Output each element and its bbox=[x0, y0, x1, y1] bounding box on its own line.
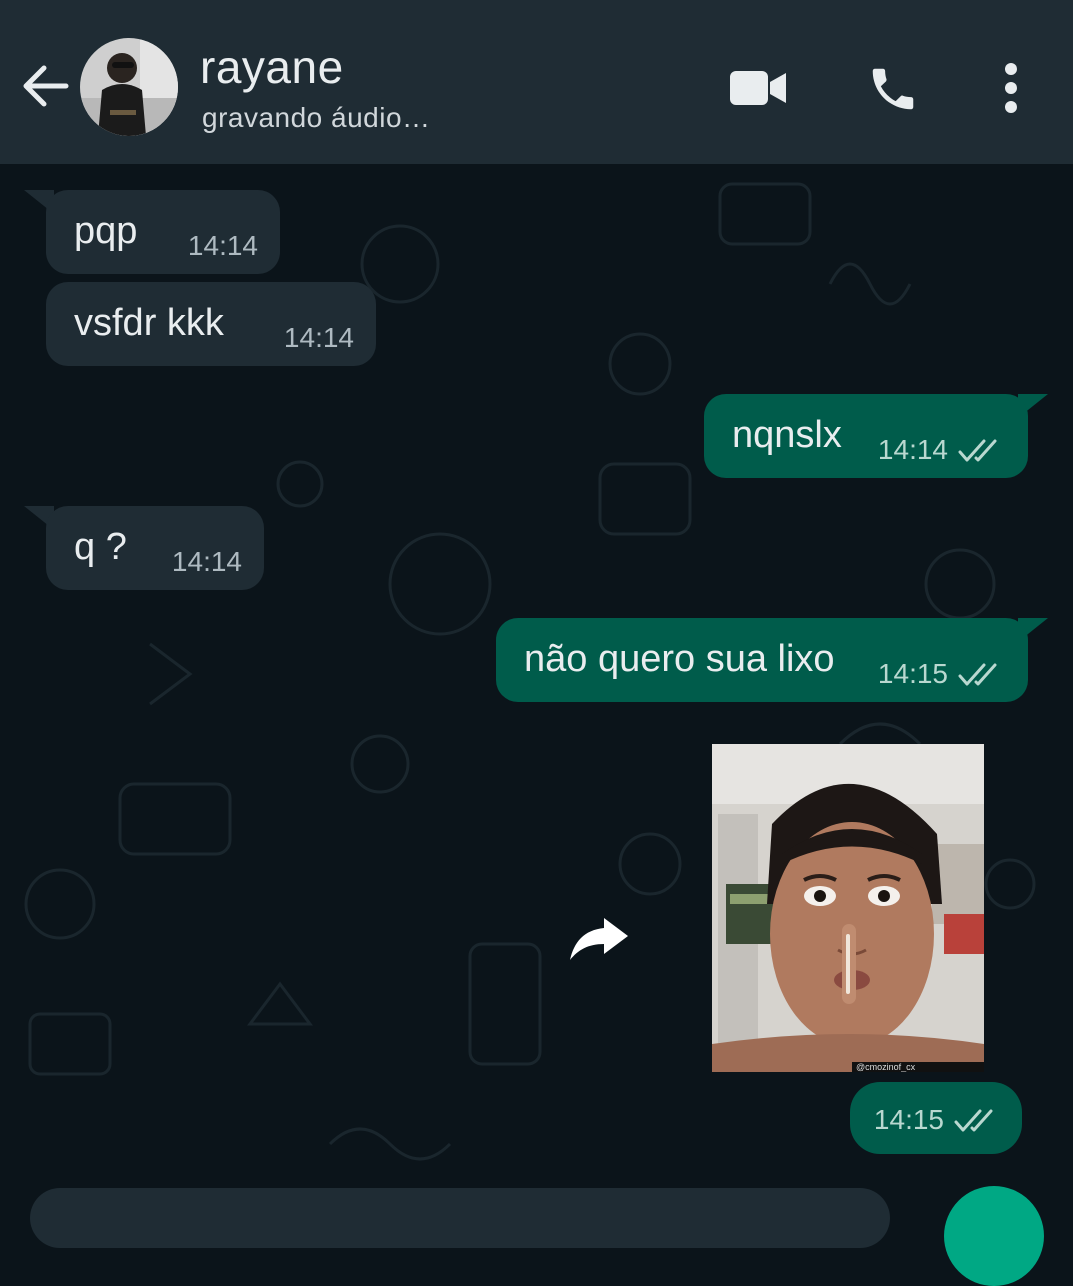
read-ticks-icon bbox=[958, 439, 997, 462]
back-arrow-icon[interactable] bbox=[20, 60, 72, 112]
video-call-icon[interactable] bbox=[728, 68, 788, 108]
image-watermark: @cmozinof_cx bbox=[852, 1062, 984, 1072]
read-ticks-icon bbox=[954, 1109, 993, 1132]
message-time: 14:15 bbox=[873, 1104, 944, 1135]
mic-button[interactable] bbox=[944, 1186, 1044, 1286]
image-message[interactable]: @cmozinof_cx bbox=[712, 744, 984, 1072]
message-text: não quero sua lixo bbox=[524, 638, 835, 680]
message-bubble-outgoing[interactable]: não quero sua lixo 14:15 bbox=[496, 618, 1028, 702]
message-bubble-incoming[interactable]: vsfdr kkk 14:14 bbox=[46, 282, 376, 366]
contact-status: gravando áudio… bbox=[202, 102, 431, 133]
message-text: pqp bbox=[74, 210, 138, 252]
message-text: nqnslx bbox=[732, 414, 842, 456]
message-time: 14:14 bbox=[187, 230, 258, 261]
read-ticks-icon bbox=[958, 663, 997, 686]
avatar[interactable] bbox=[80, 38, 178, 136]
message-bubble-outgoing[interactable]: 14:15 bbox=[850, 1082, 1022, 1154]
message-input-bar[interactable] bbox=[30, 1188, 890, 1248]
phone-call-icon[interactable] bbox=[866, 62, 920, 116]
message-text: vsfdr kkk bbox=[74, 302, 224, 344]
message-time: 14:14 bbox=[877, 434, 948, 465]
message-bubble-outgoing[interactable]: nqnslx 14:14 bbox=[704, 394, 1028, 478]
chat-header: rayane gravando áudio… bbox=[0, 0, 1073, 164]
avatar-image bbox=[80, 38, 178, 136]
message-bubble-incoming[interactable]: q ? 14:14 bbox=[46, 506, 264, 590]
contact-name[interactable]: rayane bbox=[200, 40, 344, 94]
message-text: q ? bbox=[74, 526, 127, 568]
forward-icon[interactable] bbox=[568, 914, 630, 962]
message-time: 14:15 bbox=[877, 658, 948, 689]
message-time: 14:14 bbox=[283, 322, 354, 353]
more-options-icon[interactable] bbox=[996, 60, 1026, 116]
message-bubble-incoming[interactable]: pqp 14:14 bbox=[46, 190, 280, 274]
image-content bbox=[712, 744, 984, 1072]
message-time: 14:14 bbox=[171, 546, 242, 577]
